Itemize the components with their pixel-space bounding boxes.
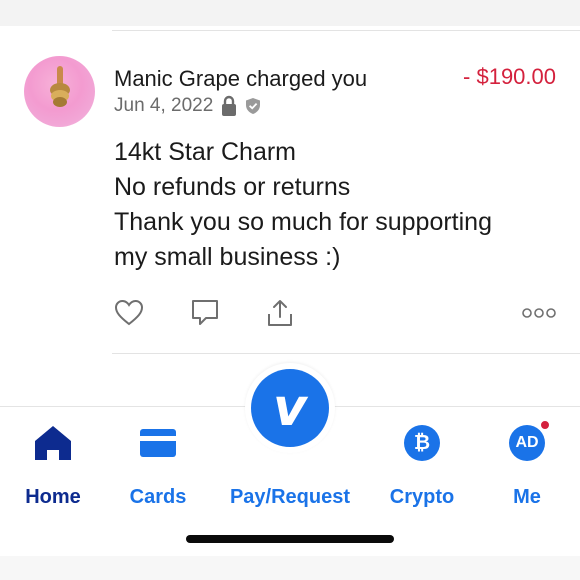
share-icon[interactable] [263,296,297,330]
date-row: Jun 4, 2022 [114,94,261,118]
tab-label: Pay/Request [229,486,351,508]
note-line: my small business :) [114,243,341,271]
note-line: No refunds or returns [114,173,351,201]
tab-me[interactable]: AD Me [504,419,551,509]
shield-check-icon [245,97,261,115]
comment-icon[interactable] [188,296,222,330]
note-line: 14kt Star Charm [114,138,297,166]
tab-label: Home [25,486,81,508]
charm-image [50,66,70,107]
divider [112,30,580,31]
tab-pay-request[interactable]: Pay/Request [222,423,358,509]
notification-dot [539,419,551,431]
transaction-note: 14kt Star Charm No refunds or returns Th… [114,135,554,275]
heart-icon[interactable] [112,296,146,330]
tab-label: Crypto [389,486,455,508]
profile-initials: AD [515,434,539,451]
payer-name[interactable]: Manic Grape [114,66,240,91]
lock-icon [221,95,237,117]
crypto-icon: ₿ [404,425,440,461]
tab-label: Me [513,486,541,508]
divider [112,353,580,354]
home-icon [18,423,88,463]
avatar[interactable] [24,56,95,127]
action-row [112,296,558,330]
transaction-date: Jun 4, 2022 [114,95,214,116]
note-line: Thank you so much for supporting [114,208,492,236]
profile-avatar: AD [509,419,551,461]
action-text: charged you [239,66,368,91]
tab-label: Cards [129,486,187,508]
more-icon[interactable] [520,296,558,330]
tab-home[interactable]: Home [18,423,88,509]
transaction-amount: - $190.00 [463,64,556,89]
payer-line: Manic Grape charged you [114,66,367,92]
tab-cards[interactable]: Cards [122,423,194,509]
home-indicator[interactable] [186,535,394,543]
tab-crypto[interactable]: ₿ Crypto [384,423,460,509]
top-strip [0,0,580,26]
card-icon [122,423,194,463]
bottom-strip [0,556,580,580]
